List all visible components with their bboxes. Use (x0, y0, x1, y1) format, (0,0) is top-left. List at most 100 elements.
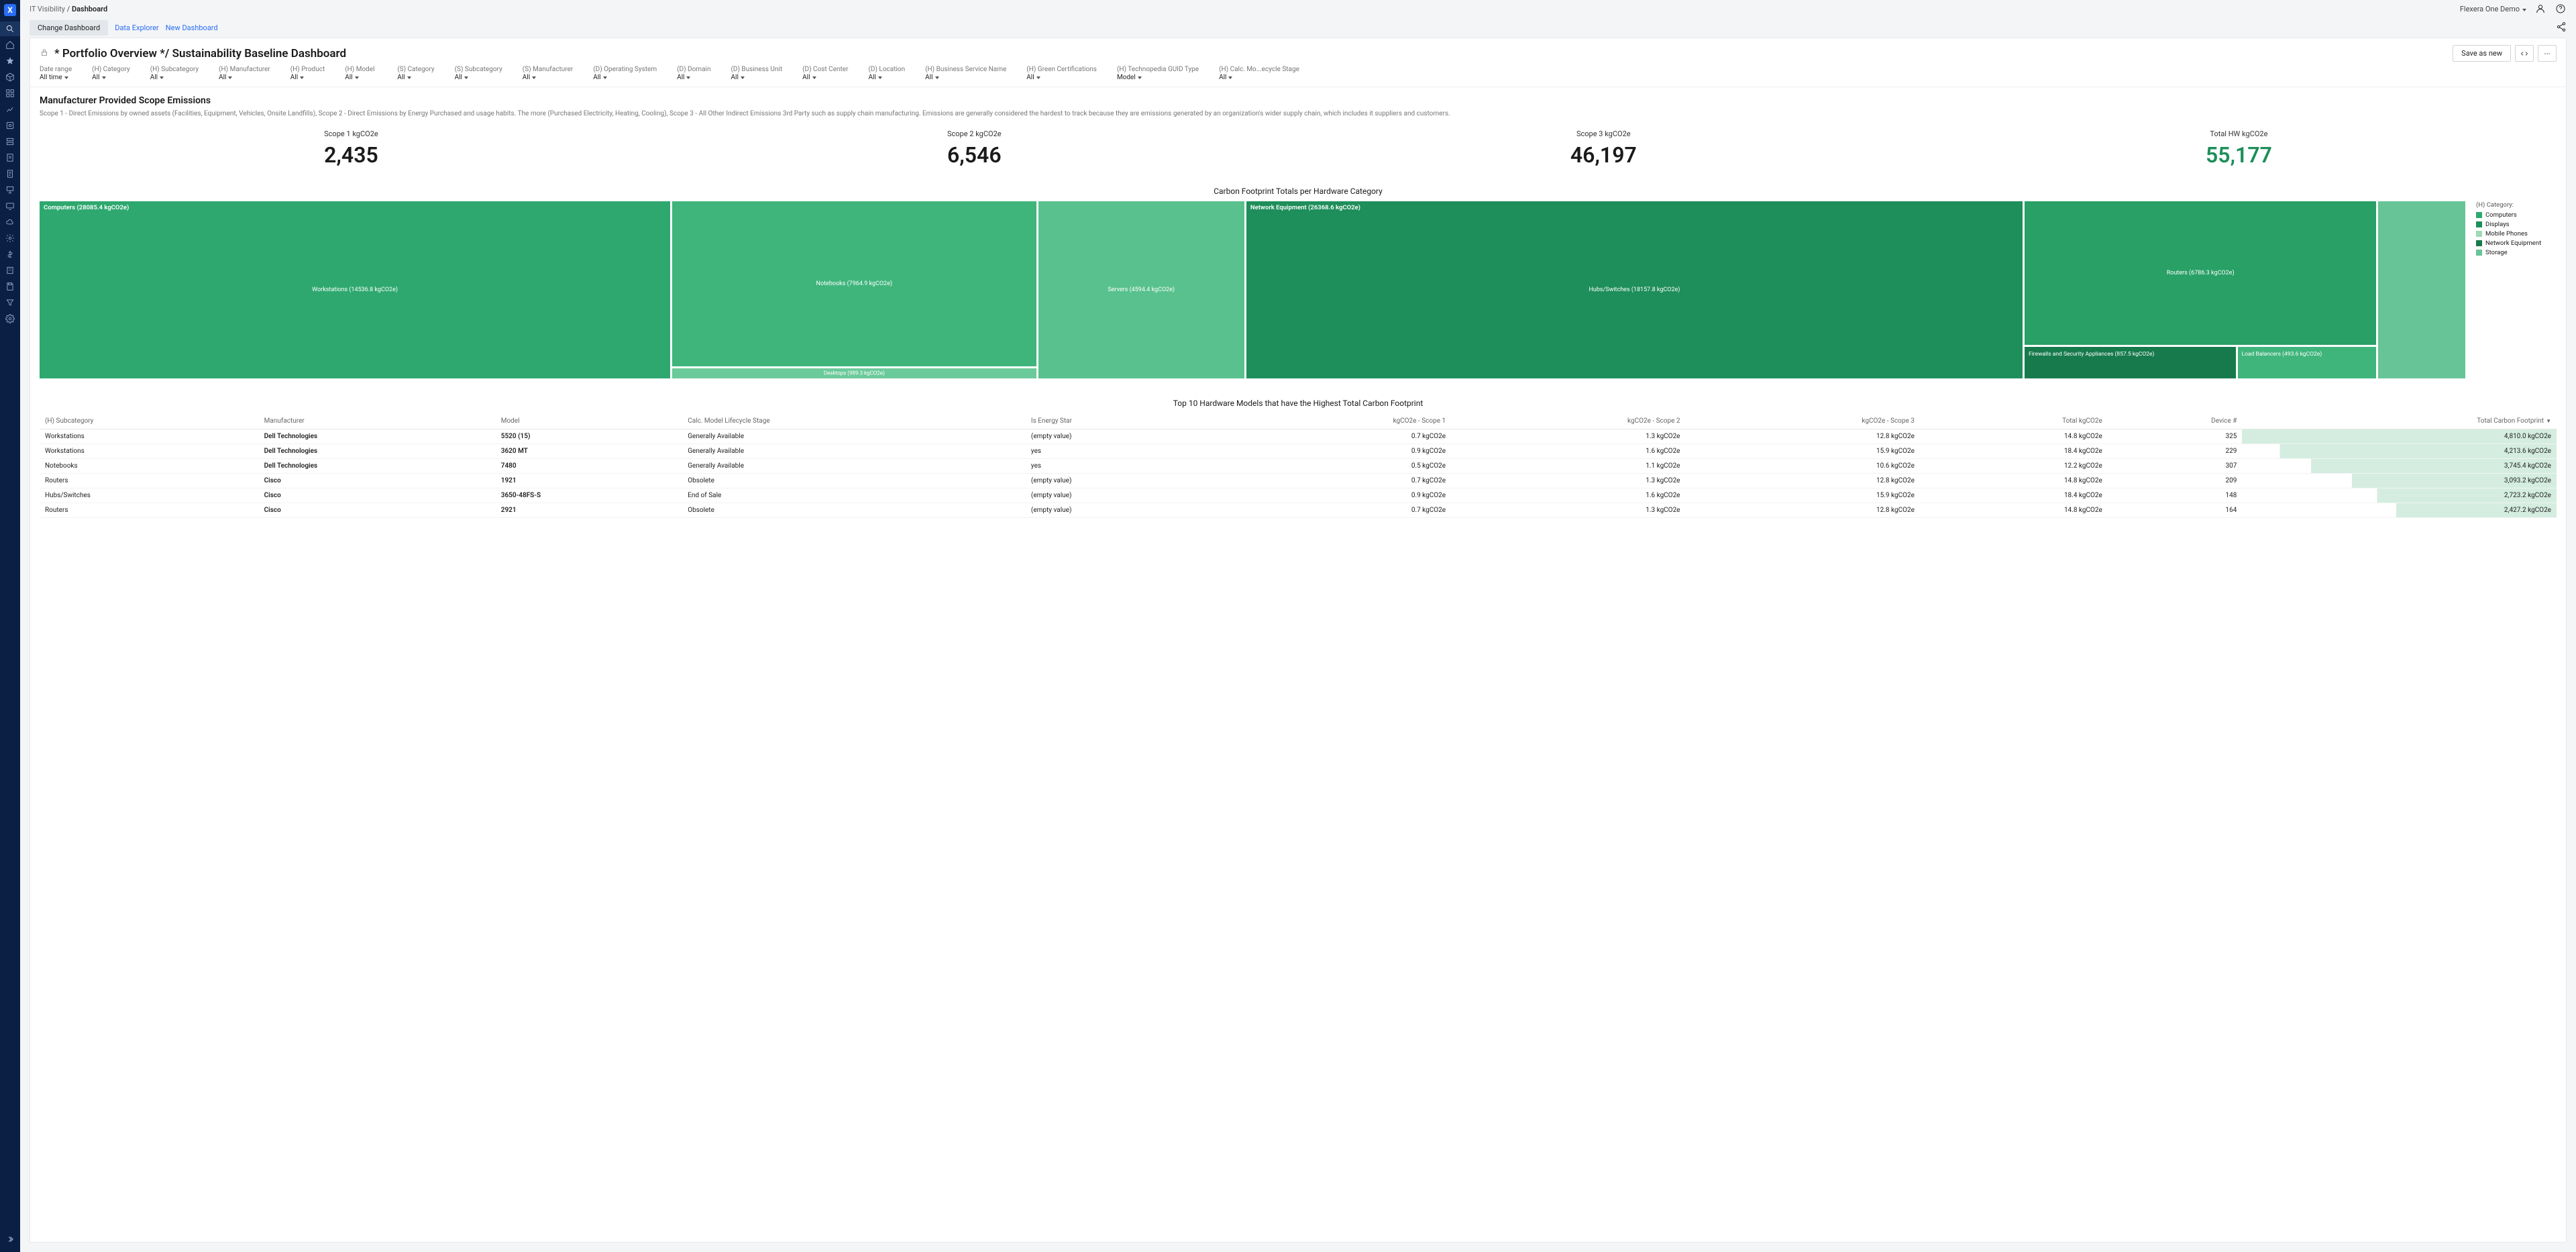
treemap-routers: Routers (6786.3 kgCO2e) (2167, 270, 2235, 276)
save-as-new-button[interactable]: Save as new (2453, 45, 2511, 62)
code-button[interactable] (2515, 45, 2534, 62)
user-icon[interactable] (2534, 3, 2546, 15)
treemap-group-network: Network Equipment (26368.6 kgCO2e) (1250, 204, 1360, 211)
filter-15[interactable]: (H) Green CertificationsAll (1026, 66, 1097, 81)
nav-monitor-icon[interactable] (0, 199, 20, 213)
metrics-row: Scope 1 kgCO2e2,435 Scope 2 kgCO2e6,546 Sc… (40, 129, 2557, 168)
table-header[interactable]: Device # (2108, 413, 2243, 429)
filter-9[interactable]: (D) Operating SystemAll (593, 66, 657, 81)
table-row[interactable]: Hubs/SwitchesCisco3650-48FS-SEnd of Sale… (40, 488, 2557, 503)
breadcrumb-parent[interactable]: IT Visibility (30, 5, 65, 13)
nav-home-icon[interactable] (0, 38, 20, 52)
nav-dashboard-icon[interactable] (0, 86, 20, 101)
nav-network-icon[interactable] (0, 182, 20, 197)
table-header[interactable]: Total Carbon Footprint (2242, 413, 2557, 429)
filter-11[interactable]: (D) Business UnitAll (731, 66, 782, 81)
breadcrumb: IT Visibility / Dashboard (30, 5, 107, 13)
section-title: Manufacturer Provided Scope Emissions (40, 95, 2557, 106)
table-title: Top 10 Hardware Models that have the Hig… (40, 399, 2557, 408)
nav-star-icon[interactable] (0, 54, 20, 68)
legend-item[interactable]: Computers (2476, 211, 2557, 219)
treemap-workstations: Workstations (14536.8 kgCO2e) (312, 286, 398, 293)
filter-0[interactable]: Date rangeAll time (40, 66, 72, 81)
table-row[interactable]: RoutersCisco1921Obsolete(empty value)0.7… (40, 474, 2557, 488)
filter-7[interactable]: (S) SubcategoryAll (455, 66, 502, 81)
filter-17[interactable]: (H) Calc. Mo...ecycle StageAll (1219, 66, 1299, 81)
change-dashboard-button[interactable]: Change Dashboard (30, 20, 108, 36)
more-button[interactable] (2538, 45, 2557, 62)
nav-gear-icon[interactable] (0, 231, 20, 246)
treemap-title: Carbon Footprint Totals per Hardware Cat… (40, 187, 2557, 196)
left-nav: X (0, 0, 20, 1252)
treemap-desktops: Desktops (989.3 kgCO2e) (824, 370, 885, 376)
treemap-chart[interactable]: Computers (28085.4 kgCO2e) Workstations … (40, 201, 2465, 378)
legend-item[interactable]: Network Equipment (2476, 240, 2557, 247)
topbar: IT Visibility / Dashboard Flexera One De… (20, 0, 2576, 17)
nav-save-icon[interactable] (0, 279, 20, 294)
metric-0: Scope 1 kgCO2e2,435 (324, 129, 378, 168)
nav-analytics-icon[interactable] (0, 102, 20, 117)
filter-12[interactable]: (D) Cost CenterAll (802, 66, 848, 81)
nav-filter-icon[interactable] (0, 295, 20, 310)
legend-item[interactable]: Displays (2476, 221, 2557, 228)
table-row[interactable]: WorkstationsDell Technologies3620 MTGene… (40, 444, 2557, 459)
nav-server-icon[interactable] (0, 134, 20, 149)
table-header[interactable]: Calc. Model Lifecycle Stage (682, 413, 1026, 429)
breadcrumb-current: Dashboard (72, 5, 107, 13)
filter-13[interactable]: (D) LocationAll (868, 66, 905, 81)
nav-cube-icon[interactable] (0, 70, 20, 85)
nav-dollar-icon[interactable] (0, 247, 20, 262)
secondary-bar: Change Dashboard Data Explorer New Dashb… (20, 17, 2576, 38)
filter-4[interactable]: (H) ProductAll (290, 66, 325, 81)
nav-scan-icon[interactable] (0, 118, 20, 133)
filter-16[interactable]: (H) Technopedia GUID TypeModel (1117, 66, 1199, 81)
chevron-down-icon (2522, 5, 2526, 13)
new-dashboard-link[interactable]: New Dashboard (166, 23, 218, 32)
treemap-loadbal: Load Balancers (493.6 kgCO2e) (2242, 351, 2322, 358)
legend-item[interactable]: Mobile Phones (2476, 230, 2557, 238)
filter-6[interactable]: (S) CategoryAll (397, 66, 434, 81)
table-header[interactable]: Model (496, 413, 682, 429)
metric-1: Scope 2 kgCO2e6,546 (947, 129, 1002, 168)
legend-item[interactable]: Storage (2476, 249, 2557, 256)
table-header[interactable]: kgCO2e - Scope 1 (1217, 413, 1451, 429)
treemap-notebooks: Notebooks (7964.9 kgCO2e) (816, 280, 893, 287)
filter-3[interactable]: (H) ManufacturerAll (219, 66, 270, 81)
filter-2[interactable]: (H) SubcategoryAll (150, 66, 199, 81)
brand-logo[interactable]: X (4, 4, 16, 16)
nav-doc-icon[interactable] (0, 166, 20, 181)
treemap-servers: Servers (4594.4 kgCO2e) (1108, 286, 1175, 293)
metric-2: Scope 3 kgCO2e46,197 (1570, 129, 1637, 168)
filter-14[interactable]: (H) Business Service NameAll (925, 66, 1006, 81)
table-header[interactable]: Manufacturer (259, 413, 496, 429)
nav-building-icon[interactable] (0, 263, 20, 278)
table-header[interactable]: Is Energy Star (1026, 413, 1217, 429)
nav-compliance-icon[interactable] (0, 150, 20, 165)
table-row[interactable]: WorkstationsDell Technologies5520 (15)Ge… (40, 429, 2557, 444)
dashboard-panel: * Portfolio Overview */ Sustainability B… (30, 38, 2567, 1243)
nav-search-icon[interactable] (0, 21, 20, 36)
lock-icon (40, 48, 49, 59)
table-header[interactable]: Total kgCO2e (1920, 413, 2108, 429)
table-row[interactable]: NotebooksDell Technologies7480Generally … (40, 459, 2557, 474)
table-header[interactable]: kgCO2e - Scope 3 (1686, 413, 1920, 429)
filter-1[interactable]: (H) CategoryAll (92, 66, 130, 81)
table-row[interactable]: RoutersCisco2921Obsolete(empty value)0.7… (40, 503, 2557, 518)
table-header[interactable]: (H) Subcategory (40, 413, 259, 429)
nav-cloud-icon[interactable] (0, 215, 20, 229)
nav-settings-icon[interactable] (0, 311, 20, 326)
dashboard-title: * Portfolio Overview */ Sustainability B… (54, 47, 346, 60)
metric-3: Total HW kgCO2e55,177 (2206, 129, 2272, 168)
treemap-firewalls: Firewalls and Security Appliances (857.5… (2029, 351, 2155, 358)
treemap-group-computers: Computers (28085.4 kgCO2e) (44, 204, 129, 211)
share-icon[interactable] (2556, 21, 2567, 34)
filter-5[interactable]: (H) ModelAll (345, 66, 377, 81)
sidebar-expand-icon[interactable] (0, 1232, 20, 1247)
filter-10[interactable]: (D) DomainAll (677, 66, 710, 81)
help-icon[interactable] (2555, 3, 2567, 15)
tenant-selector[interactable]: Flexera One Demo (2460, 5, 2526, 13)
table-header[interactable]: kgCO2e - Scope 2 (1451, 413, 1685, 429)
data-explorer-link[interactable]: Data Explorer (115, 23, 159, 32)
filter-8[interactable]: (S) ManufacturerAll (523, 66, 573, 81)
section-description: Scope 1 - Direct Emissions by owned asse… (40, 109, 2430, 119)
